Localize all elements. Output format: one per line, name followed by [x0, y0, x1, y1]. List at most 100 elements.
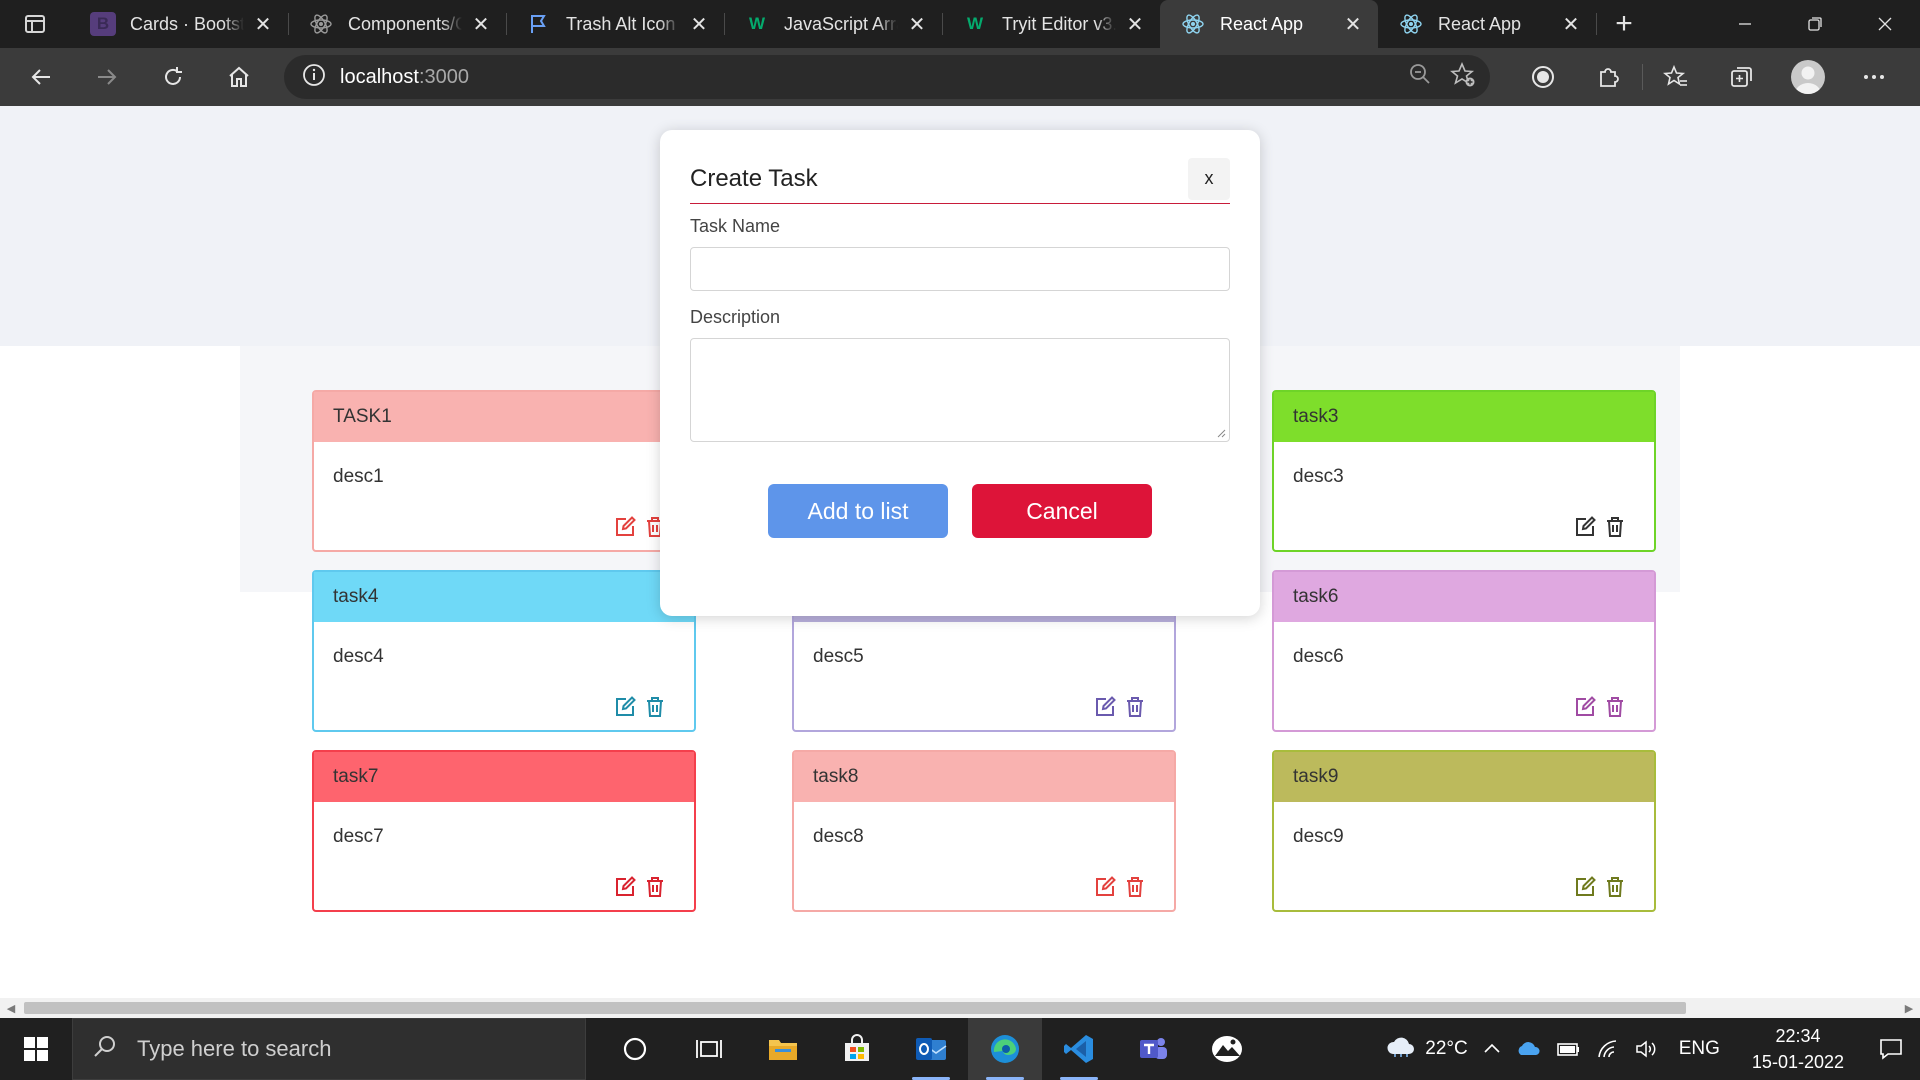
windows-start-icon[interactable]	[0, 1018, 72, 1080]
system-tray: 22°C ENG 22:34 15-01-2022	[1378, 1018, 1920, 1080]
task-card-title: task8	[794, 752, 1174, 802]
tab-react-app[interactable]: React App ✕	[1378, 0, 1596, 48]
trash-icon[interactable]	[644, 876, 666, 898]
system-clock[interactable]: 22:34 15-01-2022	[1734, 1023, 1862, 1075]
windows-taskbar: Type here to search 22°C ENG 22:34 15-01…	[0, 1018, 1920, 1080]
scrollbar-thumb[interactable]	[24, 1002, 1686, 1014]
edge-browser-icon[interactable]	[968, 1018, 1042, 1080]
edit-icon[interactable]	[614, 516, 636, 538]
edit-icon[interactable]	[1574, 516, 1596, 538]
tab-tryit-editor[interactable]: W Tryit Editor v3.7 ✕	[942, 0, 1160, 48]
reload-icon[interactable]	[140, 48, 206, 106]
w3schools-icon: W	[748, 14, 766, 33]
tab-actions-menu-icon[interactable]	[0, 0, 70, 48]
tab-close-icon[interactable]: ✕	[470, 13, 492, 36]
notifications-icon[interactable]	[1862, 1036, 1920, 1062]
modal-actions: Add to list Cancel	[690, 484, 1230, 538]
cortana-icon[interactable]	[598, 1018, 672, 1080]
wifi-icon[interactable]	[1589, 1039, 1627, 1059]
flag-icon	[526, 12, 552, 36]
file-explorer-icon[interactable]	[746, 1018, 820, 1080]
browser-toolbar: localhost:3000	[0, 48, 1920, 106]
outlook-icon[interactable]	[894, 1018, 968, 1080]
address-bar[interactable]: localhost:3000	[284, 55, 1490, 99]
trash-icon[interactable]	[644, 696, 666, 718]
task-name-input[interactable]	[690, 247, 1230, 291]
minimize-icon[interactable]	[1710, 0, 1780, 48]
description-textarea[interactable]	[690, 338, 1230, 442]
task-card: task6 desc6	[1272, 570, 1656, 732]
w3schools-icon: W	[966, 14, 984, 33]
restore-icon[interactable]	[1780, 0, 1850, 48]
tab-trash-alt-icon[interactable]: Trash Alt Icon - Font Awesome ✕	[506, 0, 724, 48]
task-card: task8 desc8	[792, 750, 1176, 912]
tab-title: Trash Alt Icon - Font Awesome	[566, 13, 680, 34]
extension-record-icon[interactable]	[1510, 48, 1576, 106]
trash-icon[interactable]	[1604, 516, 1626, 538]
tab-close-icon[interactable]: ✕	[688, 13, 710, 36]
weather-temperature: 22°C	[1425, 1038, 1468, 1059]
forward-arrow-icon[interactable]	[74, 48, 140, 106]
home-icon[interactable]	[206, 48, 272, 106]
description-label: Description	[690, 307, 781, 327]
scroll-right-arrow-icon[interactable]: ▶	[1902, 1001, 1916, 1015]
photos-icon[interactable]	[1190, 1018, 1264, 1080]
tab-close-icon[interactable]: ✕	[1342, 13, 1364, 36]
weather-widget[interactable]: 22°C	[1378, 1034, 1474, 1064]
tab-bootstrap-cards[interactable]: B Cards · Bootstrap ✕	[70, 0, 288, 48]
trash-icon[interactable]	[1124, 876, 1146, 898]
edit-icon[interactable]	[1574, 696, 1596, 718]
site-info-icon[interactable]	[302, 63, 326, 92]
task-card-description: desc5	[813, 646, 864, 667]
collections-icon[interactable]	[1709, 48, 1775, 106]
trash-icon[interactable]	[1604, 696, 1626, 718]
task-view-icon[interactable]	[672, 1018, 746, 1080]
tab-close-icon[interactable]: ✕	[1560, 13, 1582, 36]
teams-icon[interactable]	[1116, 1018, 1190, 1080]
task-card: task7 desc7	[312, 750, 696, 912]
tab-javascript-array[interactable]: W JavaScript Array ✕	[724, 0, 942, 48]
input-language[interactable]: ENG	[1665, 1038, 1734, 1060]
task-name-label: Task Name	[690, 216, 781, 236]
new-tab-button[interactable]: +	[1596, 0, 1652, 48]
volume-icon[interactable]	[1627, 1039, 1665, 1059]
edit-icon[interactable]	[1574, 876, 1596, 898]
onedrive-icon[interactable]	[1509, 1039, 1549, 1059]
react-icon	[1398, 12, 1424, 36]
show-hidden-icons-icon[interactable]	[1475, 1039, 1509, 1059]
edit-icon[interactable]	[1094, 696, 1116, 718]
taskbar-search-box[interactable]: Type here to search	[72, 1018, 586, 1080]
add-to-list-button[interactable]: Add to list	[768, 484, 948, 538]
trash-icon[interactable]	[1604, 876, 1626, 898]
cancel-button[interactable]: Cancel	[972, 484, 1152, 538]
horizontal-scrollbar[interactable]: ◀ ▶	[0, 998, 1920, 1018]
add-favorite-icon[interactable]	[1449, 61, 1476, 93]
vscode-icon[interactable]	[1042, 1018, 1116, 1080]
modal-close-button[interactable]: x	[1188, 157, 1230, 200]
favorites-icon[interactable]	[1643, 48, 1709, 106]
search-icon	[93, 1034, 117, 1064]
trash-icon[interactable]	[1124, 696, 1146, 718]
scroll-left-arrow-icon[interactable]: ◀	[4, 1001, 18, 1015]
microsoft-store-icon[interactable]	[820, 1018, 894, 1080]
edit-icon[interactable]	[614, 876, 636, 898]
profile-avatar[interactable]	[1775, 48, 1841, 106]
edit-icon[interactable]	[1094, 876, 1116, 898]
tab-close-icon[interactable]: ✕	[1124, 13, 1146, 36]
battery-icon[interactable]	[1549, 1039, 1589, 1059]
tab-close-icon[interactable]: ✕	[252, 13, 274, 36]
react-icon	[1180, 12, 1206, 36]
tab-components-card[interactable]: Components/Card ✕	[288, 0, 506, 48]
more-menu-icon[interactable]	[1841, 48, 1907, 106]
close-window-icon[interactable]	[1850, 0, 1920, 48]
extensions-puzzle-icon[interactable]	[1576, 48, 1642, 106]
task-card-title: TASK1	[314, 392, 694, 442]
zoom-out-icon[interactable]	[1408, 62, 1432, 93]
search-placeholder: Type here to search	[137, 1036, 332, 1061]
tab-react-app-active[interactable]: React App ✕	[1160, 0, 1378, 48]
edit-icon[interactable]	[614, 696, 636, 718]
bootstrap-icon: B	[90, 12, 116, 36]
resize-grip-icon[interactable]	[1216, 428, 1226, 438]
back-arrow-icon[interactable]	[8, 48, 74, 106]
tab-close-icon[interactable]: ✕	[906, 13, 928, 36]
